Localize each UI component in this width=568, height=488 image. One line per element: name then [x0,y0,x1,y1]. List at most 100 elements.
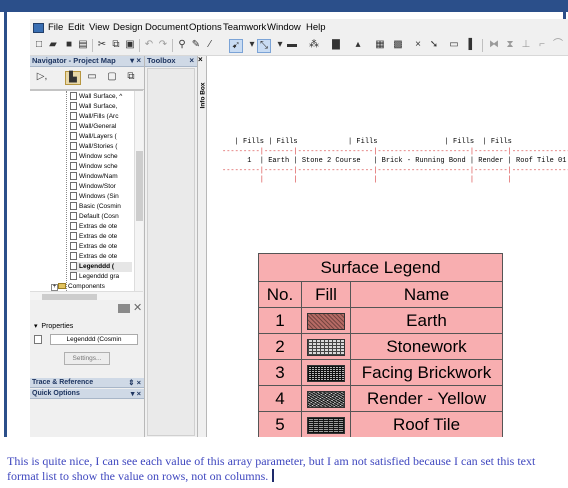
panel-menu-close-icon[interactable]: ▾ × [131,389,141,399]
drawing-canvas[interactable]: | Fills | Fills | Fills | Fills | Fills -… [207,56,568,437]
rotate-icon[interactable]: ⧗ [504,39,516,51]
tree-item[interactable]: Basic (Cosmin [70,202,132,212]
document-icon [70,272,77,280]
document-icon [70,92,77,100]
dimension-icon[interactable]: ⊥ [520,39,532,51]
tree-item[interactable]: Wall/Fills (Arc [70,112,132,122]
tree-item[interactable]: Window sche [70,152,132,162]
properties-name-field[interactable]: Legenddd (Cosmin [50,334,138,345]
document-icon [70,212,77,220]
menu-file[interactable]: File [48,22,63,33]
delete-icon[interactable]: ✕ [133,301,142,314]
mirror-icon[interactable]: ⧓ [488,39,500,51]
arrow-tool-icon[interactable]: ➹ [229,39,243,53]
list-rule: ---------|-------|------------------|---… [222,147,568,156]
list-header: | Fills | Fills | Fills | Fills | Fills [222,138,512,146]
legend-header-no: No. [258,281,302,308]
arrow-draw-icon[interactable]: ➘ [428,39,440,51]
menu-window[interactable]: Window [267,22,301,33]
trace-reference-header[interactable]: Trace & Reference ⇕ × [30,378,144,388]
document-icon [70,172,77,180]
legend-title: Surface Legend [258,253,503,282]
menu-bar: File Edit View Design Document Options T… [30,19,568,36]
expand-icon[interactable]: + [51,284,58,291]
new-file-icon[interactable]: □ [33,39,45,51]
settings-button[interactable]: Settings... [64,352,110,365]
open-folder-icon[interactable]: ▰ [47,39,59,51]
tree-item[interactable]: Window/Nam [70,172,132,182]
publisher-icon[interactable]: ⧉ [124,71,138,83]
menu-options[interactable]: Options [189,22,222,33]
stair-tool-icon[interactable]: ▦ [374,39,386,51]
tree-item[interactable]: Legenddd gra [70,272,132,282]
marquee-tool-icon[interactable]: ⤡ [257,39,271,53]
properties-toggle-icon[interactable] [118,304,130,313]
panel-menu-close-icon[interactable]: ⇕ × [128,378,141,388]
menu-teamwork[interactable]: Teamwork [223,22,266,33]
menu-help[interactable]: Help [306,22,326,33]
tree-item[interactable]: Wall/Stories ( [70,142,132,152]
tree-item[interactable]: Window/Stor [70,182,132,192]
angle-icon[interactable]: ⌐ [536,39,548,51]
menu-design[interactable]: Design [113,22,143,33]
menu-edit[interactable]: Edit [68,22,84,33]
redo-icon[interactable]: ↷ [157,39,169,51]
menu-document[interactable]: Document [145,22,188,33]
object-tool-icon[interactable]: ▴ [352,39,364,51]
toolbar-separator [139,39,140,52]
properties-header[interactable]: ▾ Properties [34,322,73,330]
paste-icon[interactable]: ▣ [124,39,136,51]
tree-item[interactable]: Wall Surface, ^ [70,92,132,102]
copy-icon[interactable]: ⧉ [110,39,122,51]
tree-item[interactable]: Wall/General [70,122,132,132]
tree-item[interactable]: Default (Cosn [70,212,132,222]
forum-question-text: This is quite nice, I can see each value… [7,454,536,483]
curve-icon[interactable]: ⌒ [552,39,564,51]
line-tool-icon[interactable]: ▭ [448,39,460,51]
save-icon[interactable]: ■ [63,39,75,51]
properties-row: Legenddd (Cosmin [30,334,143,345]
earth-fill-swatch [307,312,345,330]
legend-name: Facing Brickwork [350,359,503,386]
tree-item-selected[interactable]: Legenddd ( [70,262,132,272]
tree-vertical-scrollbar[interactable] [134,91,143,291]
legend-name: Earth [350,307,503,334]
legend-no: 3 [258,359,302,386]
undo-icon[interactable]: ↶ [143,39,155,51]
view-map-icon[interactable]: ▭ [85,71,99,83]
tree-item[interactable]: Extras de ote [70,252,132,262]
close-icon[interactable]: × [189,56,194,66]
syringe-icon[interactable]: ⚲ [176,39,188,51]
menu-view[interactable]: View [89,22,109,33]
pencil-icon[interactable]: ✎ [190,39,202,51]
quick-options-header[interactable]: Quick Options ▾ × [30,389,144,399]
panel-menu-close-icon[interactable]: ▾ × [130,56,141,66]
cut-icon[interactable]: ✂ [96,39,108,51]
tree-item[interactable]: Wall/Layers ( [70,132,132,142]
tree-item[interactable]: Extras de ote [70,222,132,232]
scroll-thumb[interactable] [136,151,143,221]
toolbox-panel: Toolbox × [145,56,198,437]
project-map-icon[interactable]: ▙ [65,71,81,85]
grid-tool-icon[interactable]: ▩ [392,39,404,51]
cross-icon[interactable]: × [412,39,424,51]
tree-item[interactable]: Windows (Sin [70,192,132,202]
legend-row: 2 Stonework [258,333,503,360]
layout-book-icon[interactable]: ▢ [105,71,119,83]
legend-fill [301,411,351,437]
tree-item[interactable]: Window sche [70,162,132,172]
dropdown-arrow-icon[interactable]: ▾ [274,39,286,51]
eyedropper-icon[interactable]: ⁄ [204,39,216,51]
pen-tool-icon[interactable]: ▌ [466,39,478,51]
close-icon[interactable]: × [198,55,203,64]
legend-fill [301,385,351,412]
document-icon [70,152,77,160]
tree-item[interactable]: Wall Surface, [70,102,132,112]
navigator-mode-icon[interactable]: ▷, [33,71,51,83]
slab-tool-icon[interactable]: ▇ [330,39,342,51]
wall-tool-icon[interactable]: ▬ [286,39,298,51]
print-icon[interactable]: ▤ [77,39,89,51]
tree-item[interactable]: Extras de ote [70,242,132,252]
tree-item[interactable]: Extras de ote [70,232,132,242]
column-tool-icon[interactable]: ⁂ [308,39,320,51]
